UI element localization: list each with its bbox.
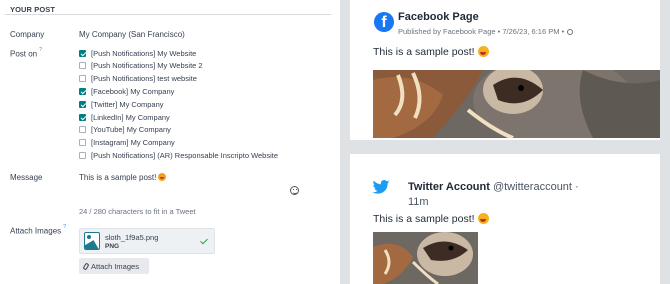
attach-images-label-text: Attach Images <box>10 226 62 236</box>
twitter-display-name: Twitter Account <box>408 181 490 193</box>
sloth-image <box>373 70 660 138</box>
twitter-preview-card: Twitter Account @twitteraccount · 11m Th… <box>350 154 660 284</box>
attach-images-button[interactable]: Attach Images <box>79 258 149 274</box>
account-option-label: [LinkedIn] My Company <box>91 112 170 122</box>
checkbox-unchecked-icon[interactable] <box>79 126 86 134</box>
twitter-post-text-value: This is a sample post! <box>373 213 475 225</box>
grinning-emoji-icon <box>477 213 489 224</box>
facebook-post-text-value: This is a sample post! <box>373 46 475 58</box>
account-option-label: [Push Notifications] My Website <box>91 48 197 58</box>
account-option[interactable]: [YouTube] My Company <box>79 125 171 135</box>
checkbox-checked-icon[interactable] <box>79 113 86 121</box>
globe-icon <box>567 29 574 35</box>
checkbox-checked-icon[interactable] <box>79 87 86 95</box>
attach-images-label: Attach Images? <box>10 224 66 236</box>
account-option[interactable]: [Push Notifications] (AR) Responsable In… <box>79 150 278 160</box>
checkbox-unchecked-icon[interactable] <box>79 75 86 83</box>
twitter-post-time: 11m <box>408 196 429 208</box>
paperclip-icon <box>82 261 90 271</box>
account-option-label: [YouTube] My Company <box>91 125 171 135</box>
post-on-label: Post on? <box>10 47 42 59</box>
message-label: Message <box>10 173 43 182</box>
facebook-preview-card: f Facebook Page Published by Facebook Pa… <box>350 0 660 140</box>
account-option-label: [Push Notifications] My Website 2 <box>91 61 203 71</box>
attachment-name: sloth_1f9a5.png <box>105 233 159 242</box>
post-on-help-icon[interactable]: ? <box>39 47 42 53</box>
account-option[interactable]: [Push Notifications] My Website <box>79 48 196 58</box>
facebook-page-name: Facebook Page <box>398 11 479 23</box>
emoji-picker-icon[interactable] <box>290 186 299 195</box>
company-field[interactable]: My Company (San Francisco) <box>79 30 185 39</box>
account-option[interactable]: [Facebook] My Company <box>79 86 174 96</box>
account-option[interactable]: [LinkedIn] My Company <box>79 112 170 122</box>
uploaded-check-icon <box>200 236 208 245</box>
checkbox-unchecked-icon[interactable] <box>79 139 86 147</box>
grinning-emoji-icon <box>477 46 489 57</box>
checkbox-checked-icon[interactable] <box>79 100 86 108</box>
checkbox-checked-icon[interactable] <box>79 49 86 57</box>
sloth-image <box>373 232 478 284</box>
checkbox-unchecked-icon[interactable] <box>79 62 86 70</box>
post-on-label-text: Post on <box>10 49 38 59</box>
facebook-logo-icon: f <box>374 12 394 32</box>
account-option[interactable]: [Instagram] My Company <box>79 138 175 148</box>
account-option-label: [Facebook] My Company <box>91 86 175 96</box>
post-form: YOUR POST Company My Company (San Franci… <box>0 0 340 284</box>
attachment-card[interactable]: sloth_1f9a5.png PNG <box>79 228 215 254</box>
attachment-type: PNG <box>105 243 120 250</box>
facebook-post-meta: Published by Facebook Page • 7/26/23, 6:… <box>398 27 574 36</box>
account-option-label: [Instagram] My Company <box>91 138 175 148</box>
account-option[interactable]: [Push Notifications] test website <box>79 74 197 84</box>
image-file-icon <box>84 232 100 250</box>
attach-images-button-label: Attach Images <box>91 261 139 271</box>
grinning-emoji-icon <box>158 173 167 181</box>
section-title: YOUR POST <box>10 5 56 14</box>
facebook-post-text: This is a sample post! <box>373 46 489 58</box>
message-text: This is a sample post! <box>79 173 157 182</box>
twitter-handle: @twitteraccount · <box>492 181 579 193</box>
account-option-label: [Push Notifications] (AR) Responsable In… <box>91 150 279 160</box>
message-input[interactable]: This is a sample post! <box>79 173 167 182</box>
account-option[interactable]: [Push Notifications] My Website 2 <box>79 61 203 71</box>
attach-help-icon[interactable]: ? <box>63 224 66 230</box>
account-option[interactable]: [Twitter] My Company <box>79 99 164 109</box>
post-preview-panel: f Facebook Page Published by Facebook Pa… <box>340 0 670 284</box>
section-divider <box>5 14 331 15</box>
facebook-meta-text: Published by Facebook Page • 7/26/23, 6:… <box>398 27 565 36</box>
company-label: Company <box>10 30 45 39</box>
twitter-bird-icon <box>372 180 390 194</box>
account-option-label: [Push Notifications] test website <box>91 74 197 84</box>
checkbox-unchecked-icon[interactable] <box>79 151 86 159</box>
twitter-account-name: Twitter Account @twitteraccount · <box>408 181 579 193</box>
account-option-label: [Twitter] My Company <box>91 99 164 109</box>
twitter-post-text: This is a sample post! <box>373 213 489 225</box>
character-count: 24 / 280 characters to fit in a Tweet <box>79 207 196 216</box>
